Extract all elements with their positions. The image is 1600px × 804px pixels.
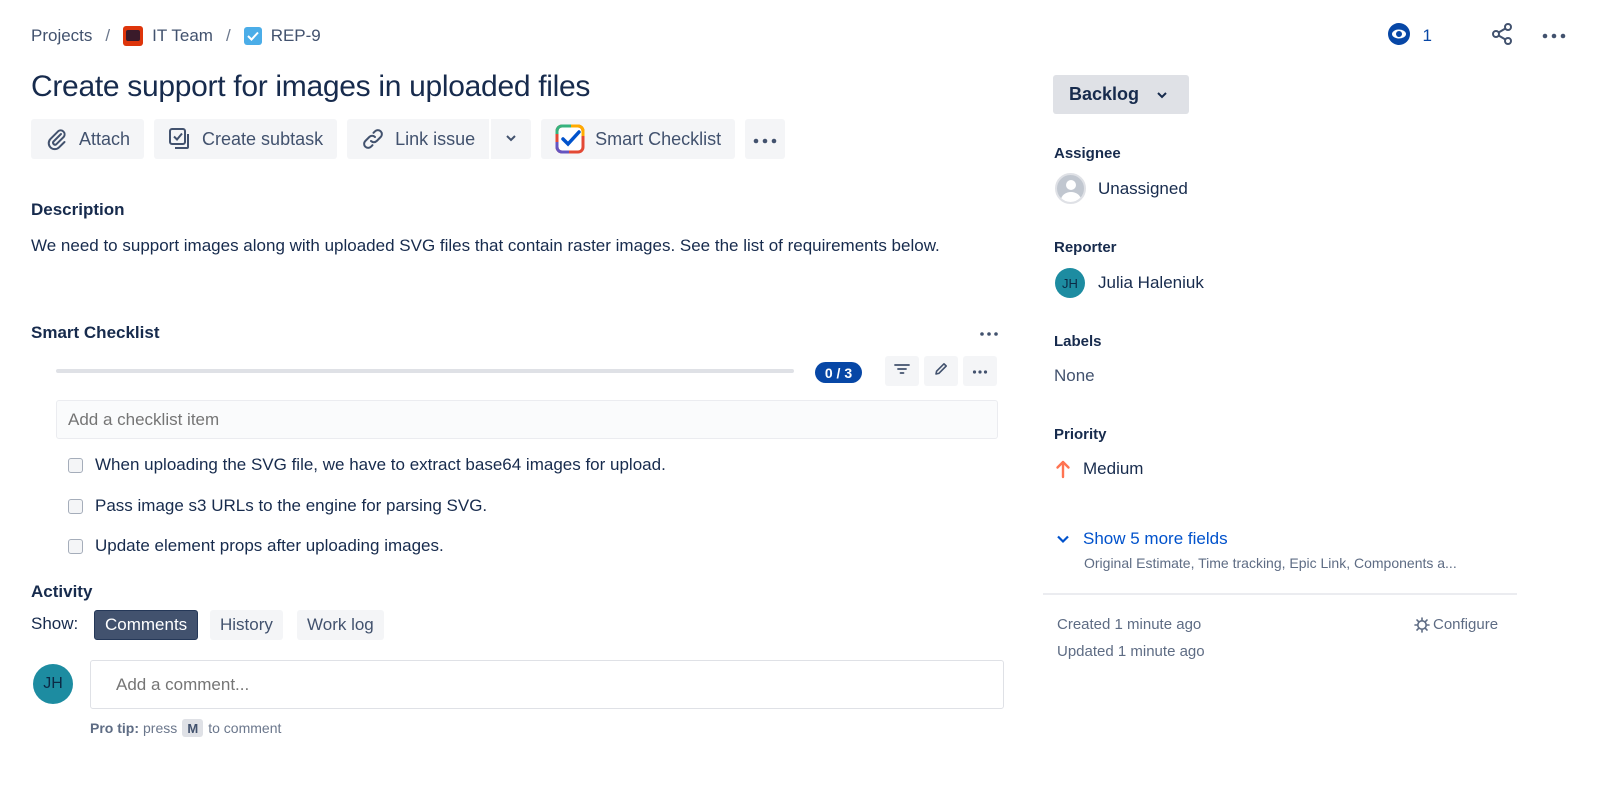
watch-button[interactable]: 1 [1387, 22, 1432, 51]
assignee-label: Assignee [1054, 145, 1121, 162]
pro-tip-press: press [143, 720, 178, 736]
unassigned-avatar-icon [1055, 173, 1086, 204]
labels-value[interactable]: None [1054, 366, 1095, 386]
attach-button[interactable]: Attach [31, 119, 145, 159]
gear-icon [1414, 616, 1430, 633]
priority-value: Medium [1083, 459, 1144, 478]
description-heading: Description [31, 200, 125, 219]
reporter-label: Reporter [1054, 239, 1117, 256]
more-horizontal-icon [976, 332, 1002, 350]
share-button[interactable] [1486, 20, 1518, 52]
issue-toolbar: Attach Create subtask Link issue Smart C… [31, 119, 795, 159]
priority-label: Priority [1054, 426, 1107, 443]
issue-header-actions: 1 [1387, 20, 1570, 52]
breadcrumb-separator: / [225, 26, 231, 45]
add-checklist-item-input[interactable] [56, 400, 998, 439]
link-issue-dropdown[interactable] [491, 119, 532, 159]
show-more-fields-label: Show 5 more fields [1083, 529, 1228, 548]
checklist-item[interactable]: Pass image s3 URLs to the engine for par… [68, 496, 487, 516]
description-text[interactable]: We need to support images along with upl… [31, 236, 940, 256]
subtask-icon [168, 127, 192, 151]
chevron-down-icon [504, 129, 518, 150]
checklist-progress-bar [56, 369, 794, 373]
eye-icon [1387, 22, 1411, 51]
create-subtask-button[interactable]: Create subtask [154, 119, 338, 159]
activity-heading: Activity [31, 582, 93, 601]
pro-tip-suffix: to comment [208, 720, 282, 736]
breadcrumb-project-label: IT Team [152, 26, 213, 45]
pencil-icon [933, 361, 949, 382]
more-horizontal-icon [753, 129, 777, 150]
assignee-value: Unassigned [1098, 178, 1188, 198]
more-horizontal-icon [1542, 27, 1566, 45]
smart-checklist-heading: Smart Checklist [31, 323, 160, 342]
link-issue-button[interactable]: Link issue [347, 119, 490, 159]
toolbar-more-button[interactable] [745, 119, 786, 159]
add-comment-input[interactable] [90, 660, 1004, 709]
checklist-panel-more-button[interactable] [976, 322, 1002, 351]
chevron-down-icon [1155, 88, 1169, 102]
configure-label: Configure [1433, 616, 1499, 633]
labels-label: Labels [1054, 333, 1102, 350]
smart-checklist-icon [555, 124, 585, 154]
breadcrumb-project[interactable]: IT Team [123, 26, 213, 46]
checklist-edit-button[interactable] [924, 356, 958, 386]
checklist-item-checkbox[interactable] [68, 457, 83, 473]
create-subtask-label: Create subtask [202, 128, 324, 149]
issue-title[interactable]: Create support for images in uploaded fi… [31, 70, 590, 104]
checklist-item[interactable]: Update element props after uploading ima… [68, 536, 444, 556]
breadcrumb: Projects / IT Team / REP-9 [31, 24, 321, 48]
chevron-down-icon [1055, 531, 1071, 547]
checklist-progress-badge: 0 / 3 [815, 362, 862, 383]
checklist-item-checkbox[interactable] [68, 538, 83, 554]
status-label: Backlog [1069, 84, 1140, 104]
checklist-item[interactable]: When uploading the SVG file, we have to … [68, 455, 666, 475]
reporter-avatar: JH [1055, 268, 1085, 298]
pro-tip-label: Pro tip: [90, 720, 139, 736]
paperclip-icon [45, 127, 69, 151]
breadcrumb-projects[interactable]: Projects [31, 26, 92, 46]
priority-medium-arrow-icon [1055, 459, 1071, 479]
breadcrumb-issue-key: REP-9 [270, 26, 321, 45]
activity-filter-history[interactable]: History [210, 610, 283, 640]
breadcrumb-separator: / [105, 26, 111, 45]
activity-filter-worklog[interactable]: Work log [297, 610, 384, 640]
breadcrumb-issue[interactable]: REP-9 [243, 26, 321, 46]
show-more-fields-button[interactable]: Show 5 more fields [1055, 529, 1228, 549]
link-icon [361, 127, 385, 151]
reporter-value: Julia Haleniuk [1098, 273, 1204, 292]
more-fields-summary: Original Estimate, Time tracking, Epic L… [1084, 555, 1457, 571]
keyboard-shortcut-key: M [182, 719, 204, 737]
reporter-field[interactable]: JH Julia Haleniuk [1055, 268, 1204, 298]
more-horizontal-icon [972, 362, 988, 380]
created-timestamp: Created 1 minute ago [1057, 616, 1202, 633]
share-icon [1490, 22, 1514, 51]
priority-field[interactable]: Medium [1055, 459, 1143, 479]
checklist-item-checkbox[interactable] [68, 498, 83, 514]
assignee-field[interactable]: Unassigned [1055, 173, 1188, 204]
smart-checklist-button[interactable]: Smart Checklist [541, 119, 736, 159]
smart-checklist-label: Smart Checklist [595, 128, 722, 149]
project-avatar-icon [123, 26, 144, 46]
watcher-count: 1 [1422, 26, 1432, 45]
activity-filter-comments[interactable]: Comments [94, 610, 199, 640]
more-actions-button[interactable] [1538, 20, 1570, 52]
attach-label: Attach [79, 128, 131, 149]
checklist-item-text: When uploading the SVG file, we have to … [95, 455, 666, 474]
checklist-item-text: Pass image s3 URLs to the engine for par… [95, 496, 488, 515]
status-dropdown[interactable]: Backlog [1053, 75, 1189, 114]
activity-show-label: Show: [31, 614, 79, 633]
checklist-more-button[interactable] [963, 356, 997, 386]
checklist-filter-button[interactable] [885, 356, 919, 386]
checklist-item-text: Update element props after uploading ima… [95, 536, 444, 555]
filter-icon [894, 362, 910, 381]
current-user-avatar: JH [33, 664, 73, 704]
configure-button[interactable]: Configure [1414, 616, 1498, 633]
sidebar-divider [1043, 593, 1517, 595]
updated-timestamp: Updated 1 minute ago [1057, 643, 1205, 660]
link-issue-label: Link issue [395, 128, 476, 149]
pro-tip: Pro tip: press M to comment [90, 719, 281, 737]
task-type-icon [243, 27, 262, 45]
